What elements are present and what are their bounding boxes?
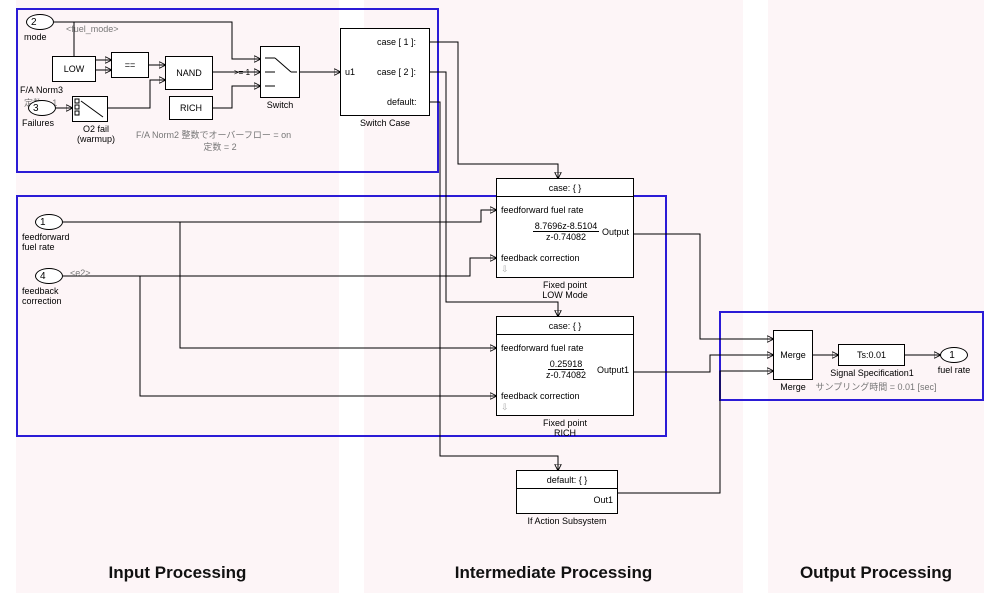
case-low-tf: 8.7696z-8.5104 z-0.74082 bbox=[519, 221, 613, 242]
case-rich-out: Output1 bbox=[597, 365, 629, 375]
inport-mode-label: mode bbox=[24, 32, 47, 42]
down-arrow-icon: ⇩ bbox=[501, 264, 509, 275]
zone-output-label: Output Processing bbox=[768, 563, 984, 583]
inport-feedback-num: 4 bbox=[40, 271, 46, 282]
e2-tag: <e2> bbox=[70, 268, 91, 278]
case-low-header: case: { } bbox=[497, 183, 633, 197]
signal-spec-sub: サンプリング時間 = 0.01 [sec] bbox=[806, 380, 946, 393]
switch-thresh: >= 1 bbox=[234, 68, 250, 77]
inport-feedforward-num: 1 bbox=[40, 217, 46, 228]
o2-fail-label: O2 fail (warmup) bbox=[64, 124, 128, 144]
case-low-in2: feedback correction bbox=[501, 253, 580, 263]
case-rich-header: case: { } bbox=[497, 321, 633, 335]
case-rich-tf-den: z-0.74082 bbox=[544, 370, 588, 380]
case-rich-tf: 0.25918 z-0.74082 bbox=[533, 359, 599, 380]
outport-fuel-rate-label: fuel rate bbox=[928, 365, 980, 375]
switch-case-label: Switch Case bbox=[340, 118, 430, 128]
logic-nand[interactable]: NAND bbox=[165, 56, 213, 90]
case-low-tf-den: z-0.74082 bbox=[544, 232, 588, 242]
const-rich-text: RICH bbox=[180, 103, 202, 113]
inport-mode[interactable]: 2 bbox=[26, 14, 54, 30]
zone-output: Output Processing bbox=[768, 0, 984, 593]
if-action-label: If Action Subsystem bbox=[506, 516, 628, 526]
inport-feedforward-label: feedforward fuel rate bbox=[22, 232, 70, 252]
if-action-out: Out1 bbox=[593, 495, 613, 505]
inport-failures[interactable]: 3 bbox=[28, 100, 56, 116]
switch-block[interactable] bbox=[260, 46, 300, 98]
switch-case-c2: case [ 2 ]: bbox=[377, 67, 416, 77]
switch-label: Switch bbox=[256, 100, 304, 110]
inport-failures-label: Failures bbox=[22, 118, 54, 128]
signal-spec-text: Ts:0.01 bbox=[857, 350, 886, 360]
inport-feedback-label: feedback correction bbox=[22, 286, 62, 306]
fuel-mode-tag: <fuel_mode> bbox=[66, 24, 119, 34]
relop-eq[interactable]: == bbox=[111, 52, 149, 78]
switch-case-block[interactable]: case [ 1 ]: u1 case [ 2 ]: default: bbox=[340, 28, 430, 116]
logic-nand-text: NAND bbox=[176, 68, 202, 78]
inport-feedback[interactable]: 4 bbox=[35, 268, 63, 284]
case-low-in1: feedforward fuel rate bbox=[501, 205, 584, 215]
if-action-subsystem[interactable]: default: { } Out1 bbox=[516, 470, 618, 514]
case-low-out: Output bbox=[602, 227, 629, 237]
if-action-header: default: { } bbox=[517, 475, 617, 489]
zone-intermediate-label: Intermediate Processing bbox=[364, 563, 743, 583]
o2-fail-block[interactable] bbox=[72, 96, 108, 122]
inport-feedforward[interactable]: 1 bbox=[35, 214, 63, 230]
zone-input-label: Input Processing bbox=[16, 563, 339, 583]
case-rich-in1: feedforward fuel rate bbox=[501, 343, 584, 353]
down-arrow-icon: ⇩ bbox=[501, 402, 509, 413]
case-rich-in2: feedback correction bbox=[501, 391, 580, 401]
zone-gap-2 bbox=[743, 0, 768, 593]
fa-norm2-sub: 定数 = 2 bbox=[180, 140, 260, 153]
fa-norm3-label: F/A Norm3 bbox=[20, 85, 63, 95]
case-rich-subsystem[interactable]: case: { } feedforward fuel rate 0.25918 … bbox=[496, 316, 634, 416]
switch-case-in: u1 bbox=[345, 67, 355, 77]
const-low-text: LOW bbox=[64, 64, 85, 74]
inport-failures-num: 3 bbox=[33, 103, 39, 114]
case-low-subsystem[interactable]: case: { } feedforward fuel rate 8.7696z-… bbox=[496, 178, 634, 278]
switch-case-def: default: bbox=[387, 97, 417, 107]
case-rich-tf-num: 0.25918 bbox=[548, 359, 585, 370]
case-rich-label: Fixed point RICH bbox=[496, 418, 634, 438]
const-low[interactable]: LOW bbox=[52, 56, 96, 82]
signal-spec-label: Signal Specification1 bbox=[818, 368, 926, 378]
relop-eq-text: == bbox=[125, 60, 136, 70]
inport-mode-num: 2 bbox=[31, 17, 37, 28]
switch-case-c1: case [ 1 ]: bbox=[377, 37, 416, 47]
case-low-label: Fixed point LOW Mode bbox=[496, 280, 634, 300]
case-low-tf-num: 8.7696z-8.5104 bbox=[533, 221, 600, 232]
outport-fuel-rate-num: 1 bbox=[949, 350, 955, 361]
outport-fuel-rate[interactable]: 1 bbox=[940, 347, 968, 363]
merge-block[interactable]: Merge bbox=[773, 330, 813, 380]
merge-text: Merge bbox=[780, 350, 806, 360]
const-rich[interactable]: RICH bbox=[169, 96, 213, 120]
diagram-canvas: Input Processing Intermediate Processing… bbox=[0, 0, 1000, 593]
signal-spec-block[interactable]: Ts:0.01 bbox=[838, 344, 905, 366]
